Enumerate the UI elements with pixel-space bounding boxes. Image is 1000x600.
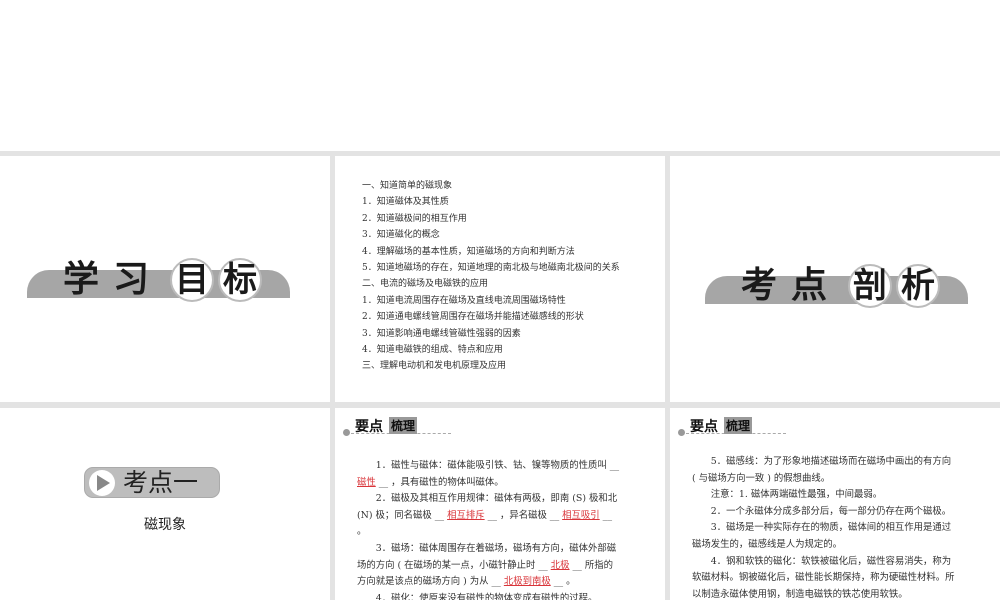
- key-points-header: 要点 梳理: [343, 416, 453, 436]
- title-char: 学: [63, 259, 100, 300]
- goal-item: 1．知道磁体及其性质: [362, 197, 449, 208]
- header-label: 要点: [690, 419, 718, 435]
- title-char-circle: 析: [896, 264, 940, 308]
- title-char: 习: [113, 259, 150, 300]
- goal-item: 1．知道电流周围存在磁场及直线电流周围磁场特性: [362, 295, 566, 306]
- blank-top-area: [0, 0, 1000, 151]
- key-points-body: 1．磁性与磁体：磁体能吸引铁、钴、镍等物质的性质叫 __ 磁性 __ ，具有磁性…: [357, 458, 622, 600]
- topic-subtitle: 磁现象: [144, 517, 186, 533]
- goal-item: 二、电流的磁场及电磁铁的应用: [362, 279, 489, 290]
- paragraph: 3．磁场：磁体周围存在着磁场，磁场有方向，磁体外部磁场的方向 ( 在磁场的某一点…: [357, 542, 617, 588]
- slide-key-points-2[interactable]: 要点 梳理 5．磁感线：为了形象地描述磁场而在磁场中画出的有方向 ( 与磁场方向…: [670, 408, 1000, 600]
- goal-item: 3．知道影响通电螺线管磁性强弱的因素: [362, 328, 521, 339]
- title-char-circle: 目: [170, 258, 214, 302]
- header-label-boxed: 梳理: [389, 417, 418, 434]
- paragraph: 4．钢和软铁的磁化：软铁被磁化后，磁性容易消失，称为软磁材料。钢被磁化后，磁性能…: [692, 555, 955, 600]
- answer: 磁性: [357, 476, 376, 488]
- title-banner: 学 习 目 标: [27, 258, 290, 302]
- header-label: 要点: [355, 419, 383, 435]
- bullet-dot-icon: [678, 429, 685, 436]
- slide-goals-list[interactable]: 一、知道简单的磁现象 1．知道磁体及其性质 2．知道磁极间的相互作用 3．知道磁…: [335, 156, 665, 402]
- slide-topic-one[interactable]: 考点一 磁现象: [0, 408, 330, 600]
- answer: 相互吸引: [562, 509, 600, 521]
- slide-learning-goals-title[interactable]: 学 习 目 标: [0, 156, 330, 402]
- bullet-dot-icon: [343, 429, 350, 436]
- answer: 相互排斥: [447, 509, 485, 521]
- title-banner: 考 点 剖 析: [705, 264, 968, 308]
- title-char-circle: 标: [218, 258, 262, 302]
- paragraph: 2．一个永磁体分成多部分后，每一部分仍存在两个磁极。: [710, 505, 952, 517]
- paragraph: 注意：1. 磁体两端磁性最强，中间最弱。: [710, 489, 883, 501]
- goal-item: 4．理解磁场的基本性质，知道磁场的方向和判断方法: [362, 246, 575, 257]
- goal-item: 2．知道通电螺线管周围存在磁场并能描述磁感线的形状: [362, 312, 584, 323]
- paragraph: 5．磁感线：为了形象地描述磁场而在磁场中画出的有方向 ( 与磁场方向一致 ) 的…: [692, 456, 952, 484]
- answer: 北极: [550, 559, 570, 571]
- goals-list: 一、知道简单的磁现象 1．知道磁体及其性质 2．知道磁极间的相互作用 3．知道磁…: [362, 178, 620, 375]
- key-points-body: 5．磁感线：为了形象地描述磁场而在磁场中画出的有方向 ( 与磁场方向一致 ) 的…: [692, 454, 957, 600]
- slide-analysis-title[interactable]: 考 点 剖 析: [670, 156, 1000, 402]
- goal-item: 5．知道地磁场的存在，知道地理的南北极与地磁南北极间的关系: [362, 263, 620, 274]
- paragraph: 3．磁场是一种实际存在的物质，磁体间的相互作用是通过磁场发生的，磁感线是人为规定…: [692, 522, 952, 550]
- play-icon: [89, 470, 115, 496]
- goal-item: 一、知道简单的磁现象: [362, 181, 453, 191]
- answer: 北极到南极: [503, 576, 551, 588]
- paragraph: 1．磁性与磁体：磁体能吸引铁、钴、镍等物质的性质叫 __ 磁性 __ ，具有磁性…: [357, 460, 620, 488]
- goal-item: 3．知道磁化的概念: [362, 230, 440, 241]
- paragraph: 4．磁化：使原来没有磁性的物体变成有磁性的过程。: [375, 592, 598, 600]
- topic-badge: 考点一: [84, 467, 220, 498]
- goal-item: 2．知道磁极间的相互作用: [362, 213, 467, 224]
- title-char: 考: [741, 265, 778, 306]
- paragraph: 2．磁极及其相互作用规律：磁体有两极，即南 (S) 极和北 (N) 极；同名磁极…: [357, 493, 618, 538]
- topic-badge-label: 考点一: [123, 468, 199, 497]
- slide-key-points-1[interactable]: 要点 梳理 1．磁性与磁体：磁体能吸引铁、钴、镍等物质的性质叫 __ 磁性 __…: [335, 408, 665, 600]
- title-char: 点: [791, 265, 828, 306]
- header-label-boxed: 梳理: [724, 417, 753, 434]
- goal-item: 三、理解电动机和发电机原理及应用: [362, 361, 507, 372]
- key-points-header: 要点 梳理: [678, 416, 788, 436]
- title-char-circle: 剖: [848, 264, 892, 308]
- goal-item: 4．知道电磁铁的组成、特点和应用: [362, 345, 503, 356]
